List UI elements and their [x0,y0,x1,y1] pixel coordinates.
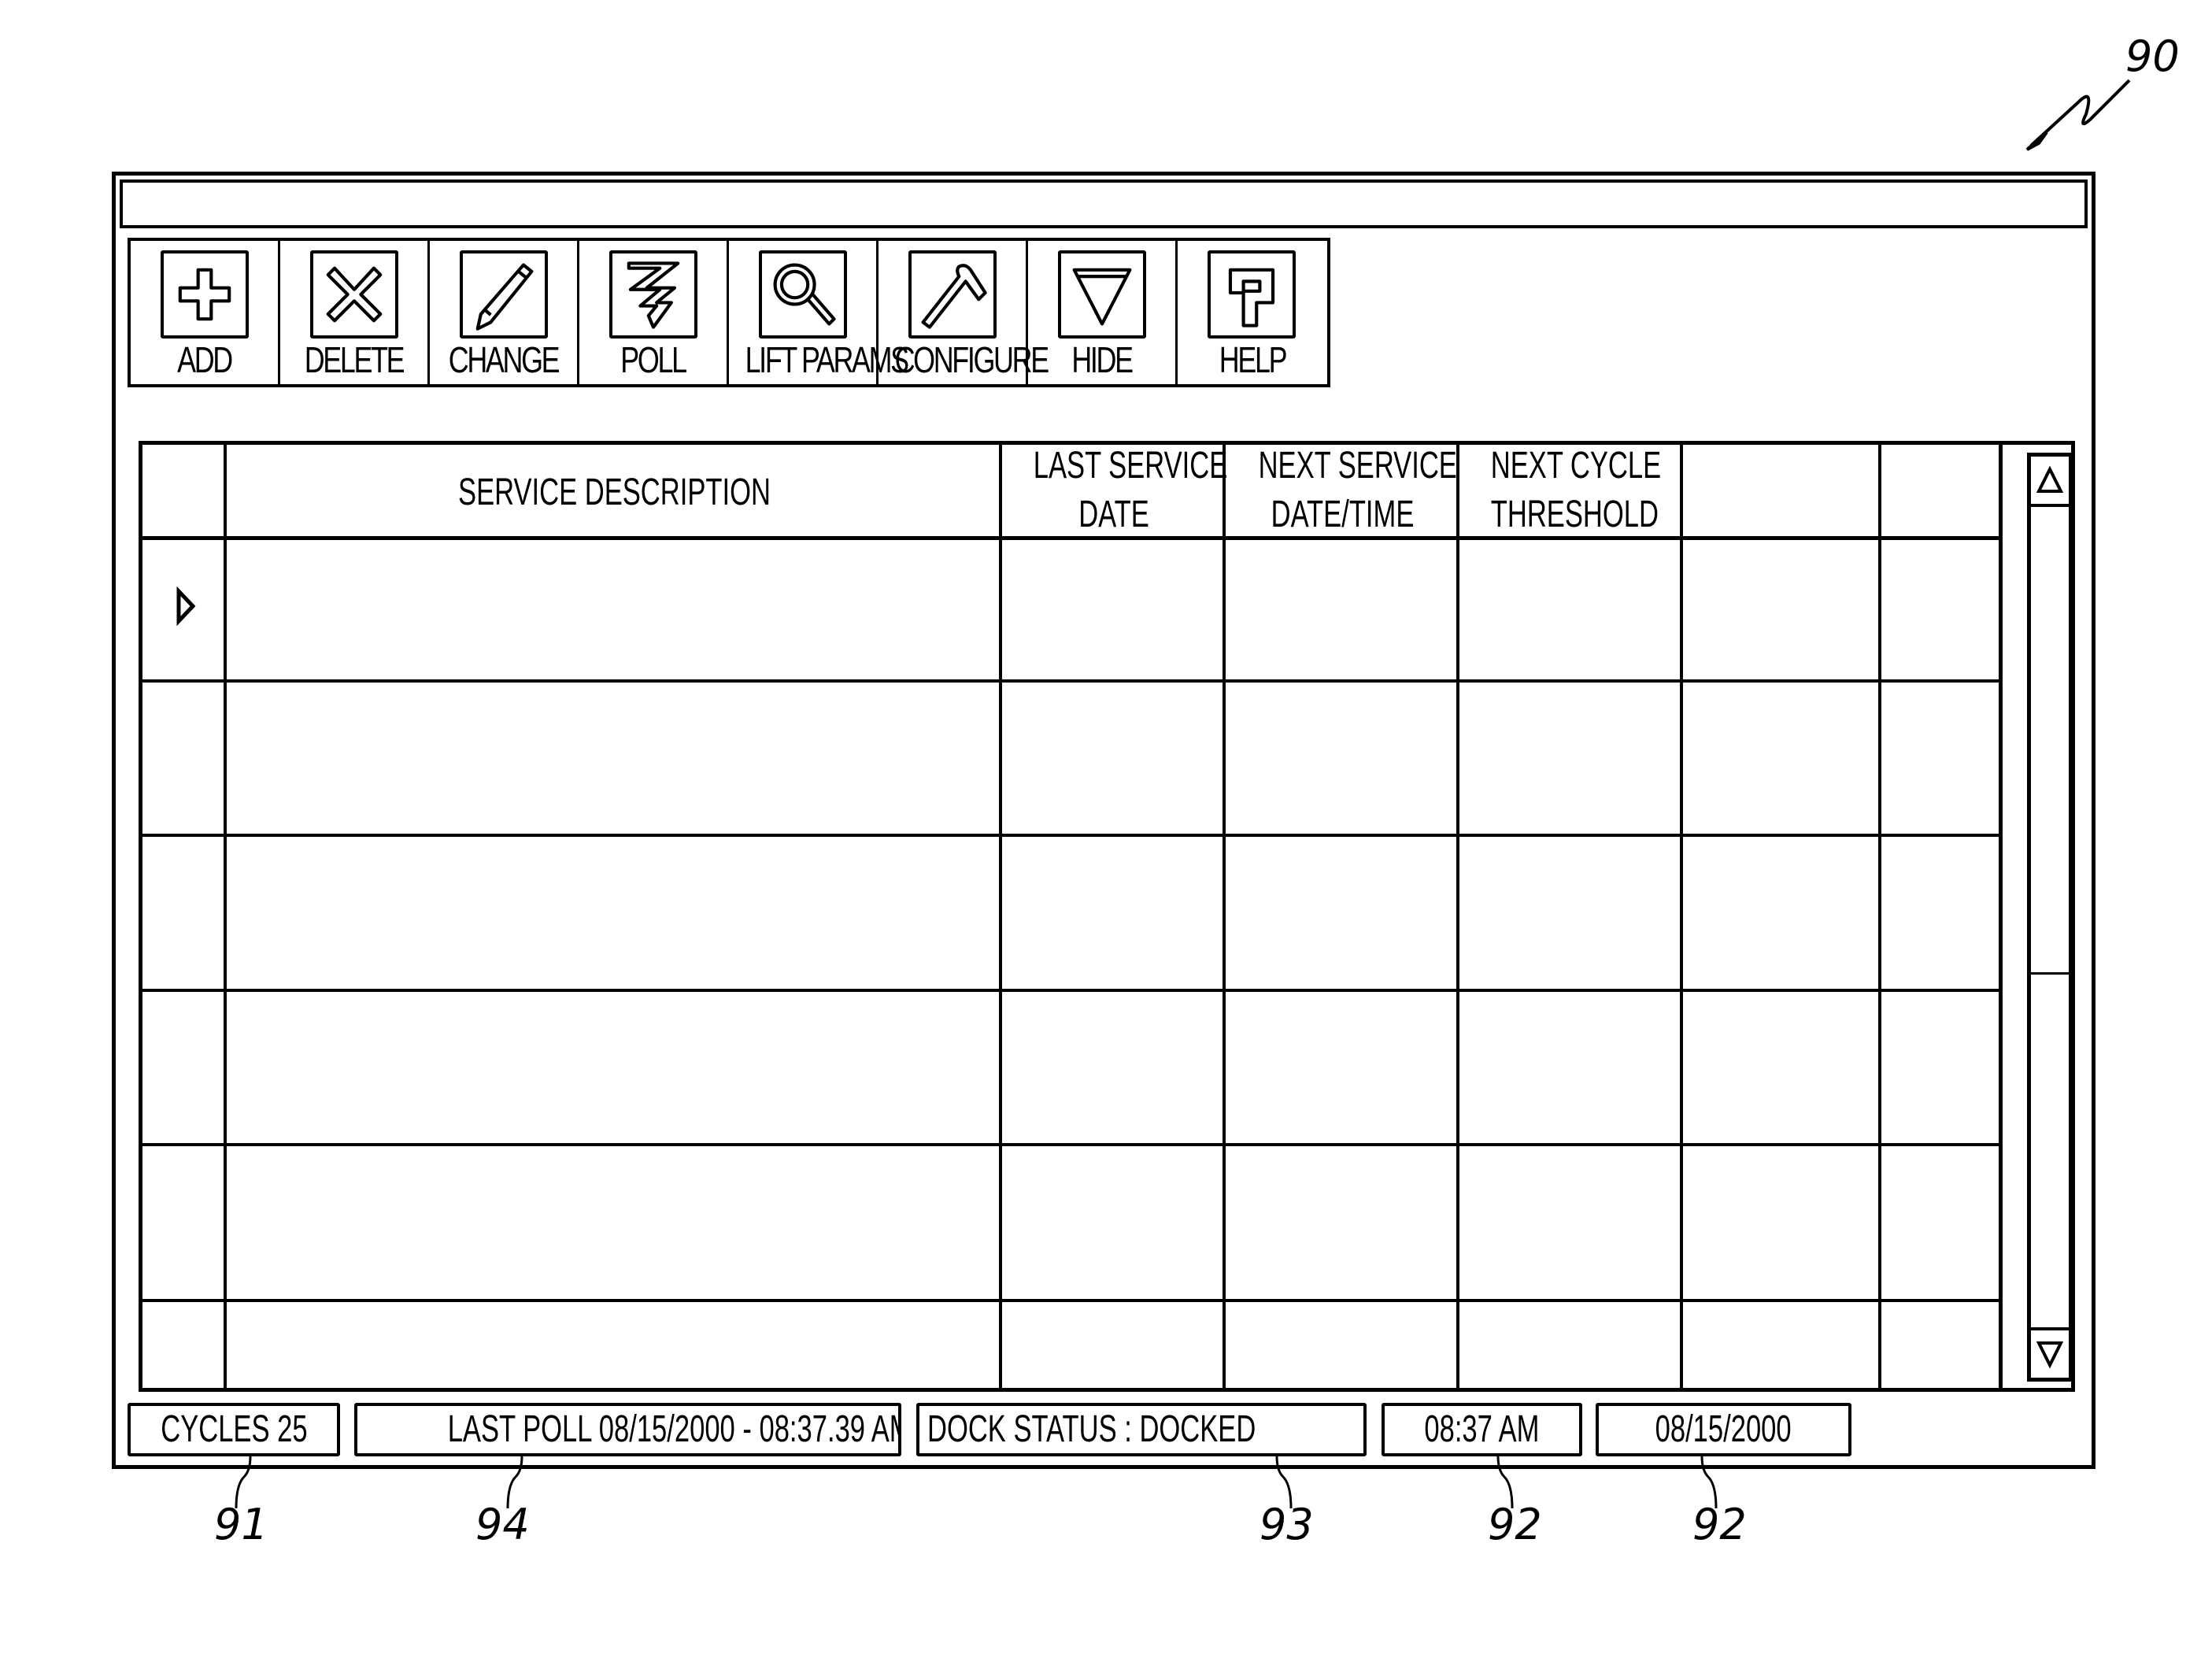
column-header-last-service-date[interactable]: LAST SERVICE DATE [1034,442,1228,539]
callout-93: 93 [1260,1500,1314,1549]
change-button[interactable]: CHANGE [430,241,579,384]
configure-button[interactable]: CONFIGURE [879,241,1050,384]
change-label: CHANGE [448,339,560,380]
delete-button[interactable]: DELETE [280,241,430,384]
column-header-next-service-datetime[interactable]: NEXT SERVICE DATE/TIME [1259,442,1457,539]
grid-line [142,1143,2002,1146]
header-divider [142,536,2002,540]
date-status: 08/15/2000 [1596,1403,1851,1456]
callout-91: 91 [214,1500,268,1549]
grid-line [1878,445,1881,1388]
poll-label: POLL [620,339,687,380]
configure-label: CONFIGURE [894,339,1050,380]
down-triangle-icon [1058,250,1146,339]
reference-arrow-icon [2025,79,2131,151]
grid-line [142,834,2002,837]
add-label: ADD [177,339,233,380]
grid-line [1223,445,1226,1388]
time-status: 08:37 AM [1382,1403,1582,1456]
column-header-next-cycle-threshold[interactable]: NEXT CYCLE THRESHOLD [1491,442,1661,539]
down-triangle-icon [2036,1341,2064,1369]
question-icon [1208,250,1296,339]
scroll-down-button[interactable] [2031,1327,2069,1378]
vertical-scrollbar[interactable] [2027,453,2073,1382]
lift-params-button[interactable]: LIFT PARAMS [729,241,910,384]
grid-line [1999,445,2003,1388]
scroll-thumb-divider[interactable] [2031,972,2069,975]
table-row[interactable] [142,1302,2002,1389]
service-table: SERVICE DESCRIPTION LAST SERVICE DATE NE… [139,441,2075,1392]
column-header-service-description[interactable]: SERVICE DESCRIPTION [335,468,893,517]
grid-line [1680,445,1683,1388]
add-button[interactable]: ADD [131,241,280,384]
delete-label: DELETE [304,339,405,380]
pencil-icon [460,250,548,339]
help-button[interactable]: HELP [1178,241,1327,384]
x-icon [310,250,398,339]
grid-line [142,1299,2002,1302]
table-row[interactable] [142,683,2002,837]
hammer-icon [908,250,997,339]
poll-button[interactable]: POLL [579,241,729,384]
callout-92-time: 92 [1488,1500,1542,1549]
scroll-up-button[interactable] [2031,457,2069,507]
callout-92-date: 92 [1692,1500,1747,1549]
table-row[interactable] [142,1146,2002,1302]
grid-line [142,989,2002,992]
toolbar: ADD DELETE CHANGE POLL LIFT PARAMS CONFI… [128,238,1330,387]
up-triangle-icon [2036,465,2064,493]
table-row[interactable] [142,992,2002,1146]
grid-line [999,445,1002,1388]
help-label: HELP [1219,339,1288,380]
table-row[interactable] [142,539,2002,683]
hide-label: HIDE [1071,339,1134,380]
grid-line [1456,445,1459,1388]
title-bar [120,179,2088,228]
dock-status: DOCK STATUS : DOCKED [916,1403,1367,1456]
lightning-icon [609,250,697,339]
table-row[interactable] [142,837,2002,992]
grid-line [224,445,227,1388]
lift-params-label: LIFT PARAMS [745,339,910,380]
magnifier-icon [759,250,847,339]
plus-icon [161,250,249,339]
current-row-indicator-icon [176,586,196,626]
callout-leader-lines [235,1456,1718,1509]
last-poll-status: LAST POLL 08/15/2000 - 08:37.39 AM [354,1403,901,1456]
hide-button[interactable]: HIDE [1028,241,1178,384]
callout-94: 94 [475,1500,530,1549]
cycles-status: CYCLES 25 [128,1403,340,1456]
grid-line [142,679,2002,683]
